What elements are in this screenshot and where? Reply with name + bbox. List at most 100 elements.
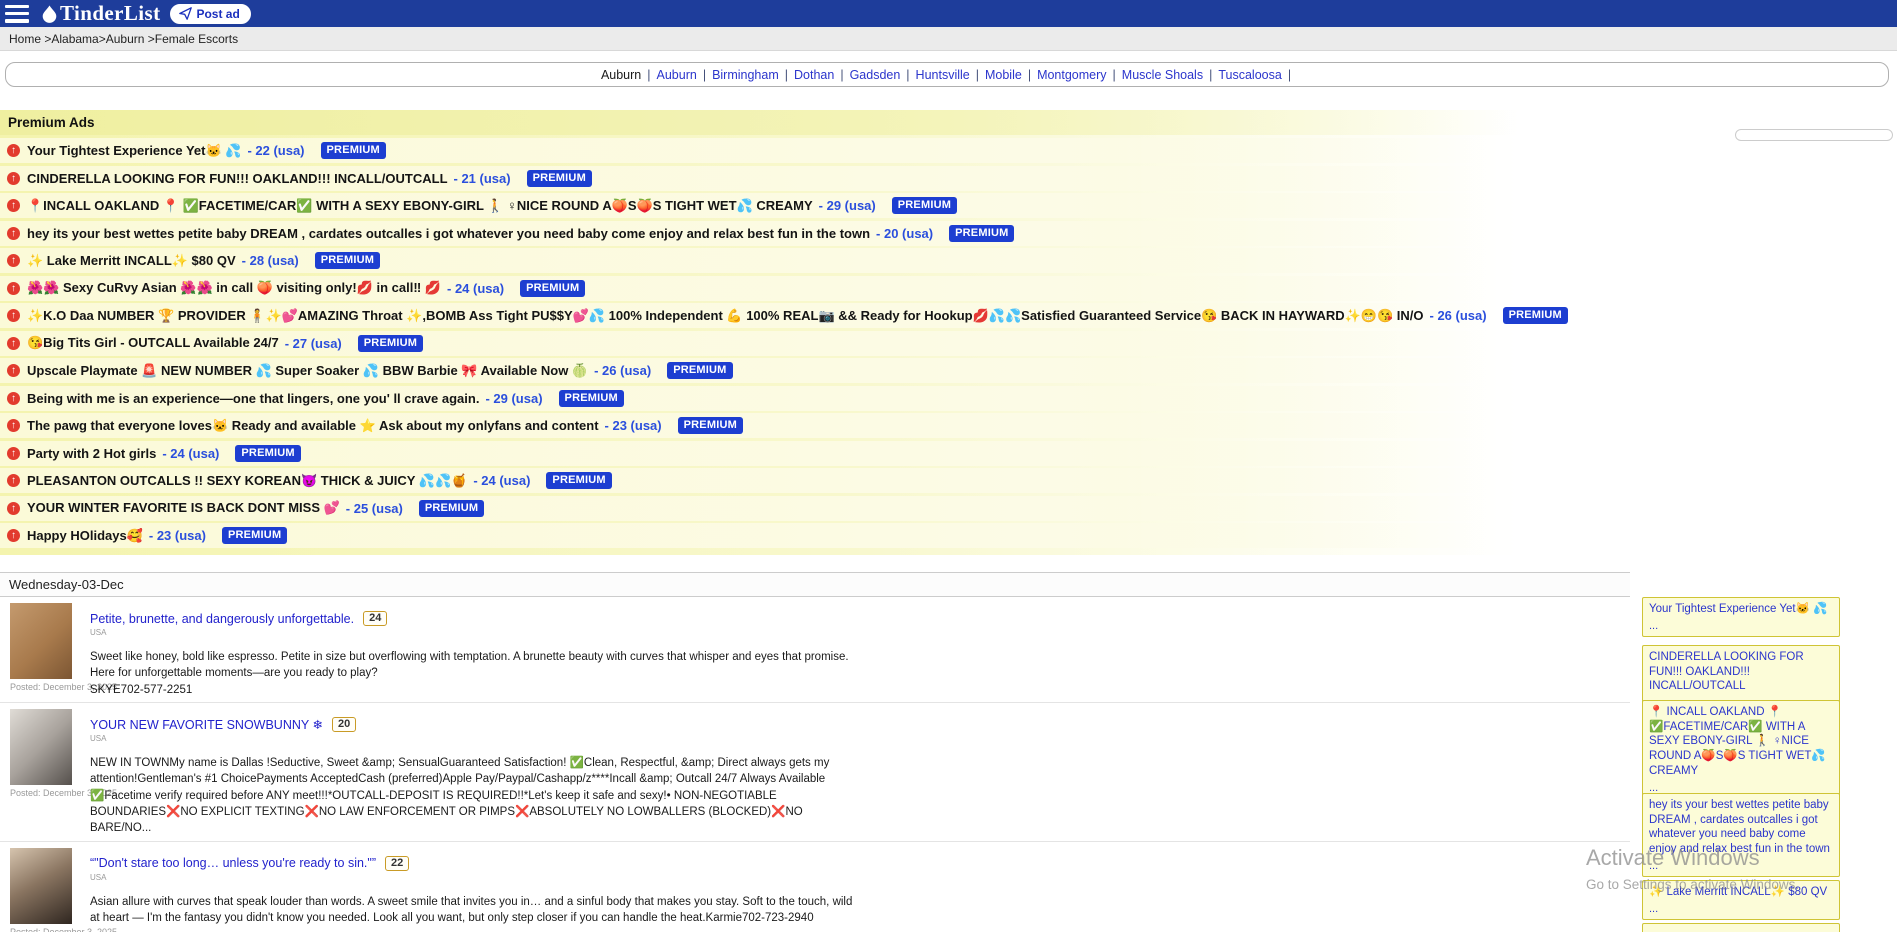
premium-badge: PREMIUM [419,500,484,517]
premium-ad-age: - 27 (usa) [285,336,342,351]
city-separator: | [1209,68,1212,82]
premium-badge: PREMIUM [358,335,423,352]
premium-ad-row[interactable]: ↑ ✨K.O Daa NUMBER 🏆 PROVIDER 🧍✨💕AMAZING … [0,303,1897,328]
premium-ad-row[interactable]: ↑ 😘Big Tits Girl - OUTCALL Available 24/… [0,331,1897,356]
city-link[interactable]: Dothan [794,68,834,82]
listing-description: Sweet like honey, bold like espresso. Pe… [90,649,858,698]
premium-ad-age: - 28 (usa) [242,253,299,268]
premium-ad-age: - 23 (usa) [605,418,662,433]
premium-ad-row[interactable]: ↑ ✨ Lake Merritt INCALL✨ $80 QV - 28 (us… [0,248,1897,273]
premium-ads-list: ↑ Your Tightest Experience Yet🐱 💦 - 22 (… [0,138,1897,548]
brand-name: TinderList [60,1,160,26]
premium-ad-row[interactable]: ↑ YOUR WINTER FAVORITE IS BACK DONT MISS… [0,496,1897,521]
premium-ad-title: hey its your best wettes petite baby DRE… [27,226,870,241]
sidebar-ad-title: Your Tightest Experience Yet🐱 💦 [1649,602,1833,617]
hamburger-menu-icon[interactable] [5,5,29,23]
listing-title-link[interactable]: Petite, brunette, and dangerously unforg… [90,612,354,626]
premium-ad-row[interactable]: ↑ PLEASANTON OUTCALLS !! SEXY KOREAN😈 TH… [0,468,1897,493]
listing-photo[interactable] [10,848,72,924]
premium-ad-title: 🌺🌺 Sexy CuRvy Asian 🌺🌺 in call 🍑 visitin… [27,280,441,296]
listing-title-link[interactable]: “"Don't stare too long… unless you're re… [90,856,376,870]
premium-ad-title: Your Tightest Experience Yet🐱 💦 [27,143,241,159]
premium-ad-age: - 29 (usa) [485,391,542,406]
premium-ad-row[interactable]: ↑ The pawg that everyone loves🐱 Ready an… [0,413,1897,438]
premium-ad-row[interactable]: ↑ Happy HOlidays🥰 - 23 (usa) PREMIUM [0,523,1897,548]
city-separator: | [1288,68,1291,82]
premium-ad-age: - 26 (usa) [1430,308,1487,323]
city-link[interactable]: Montgomery [1037,68,1106,82]
sidebar-ad-more: ... [1649,859,1833,873]
top-navbar: TinderList Post ad [0,0,1897,27]
brand-logo[interactable]: TinderList [41,1,160,26]
up-arrow-icon: ↑ [7,254,20,267]
listing-photo[interactable] [10,603,72,679]
premium-ad-age: - 21 (usa) [454,171,511,186]
premium-ad-row[interactable]: ↑ Party with 2 Hot girls - 24 (usa) PREM… [0,441,1897,466]
listing-country: USA [90,873,858,882]
city-link[interactable]: Gadsden [850,68,901,82]
premium-ad-age: - 23 (usa) [149,528,206,543]
up-arrow-icon: ↑ [7,529,20,542]
premium-badge: PREMIUM [222,527,287,544]
breadcrumb[interactable]: Home >Alabama>Auburn >Female Escorts [0,27,1897,51]
listing-posted-date: Posted: December 3, 2025 [10,927,82,932]
premium-badge: PREMIUM [559,390,624,407]
premium-ad-row[interactable]: ↑ Being with me is an experience—one tha… [0,386,1897,411]
listing-description: Asian allure with curves that speak loud… [90,894,858,927]
post-ad-button[interactable]: Post ad [170,4,250,24]
premium-ad-title: Being with me is an experience—one that … [27,391,479,406]
premium-badge: PREMIUM [678,417,743,434]
premium-badge: PREMIUM [520,280,585,297]
premium-ad-row[interactable]: ↑ Your Tightest Experience Yet🐱 💦 - 22 (… [0,138,1897,163]
premium-ad-title: ✨ Lake Merritt INCALL✨ $80 QV [27,253,236,269]
up-arrow-icon: ↑ [7,447,20,460]
sidebar-ad-box[interactable]: hey its your best wettes petite baby DRE… [1642,793,1840,877]
city-separator: | [1028,68,1031,82]
premium-ad-age: - 24 (usa) [162,446,219,461]
premium-ad-title: CINDERELLA LOOKING FOR FUN!!! OAKLAND!!!… [27,171,448,186]
premium-ad-row[interactable]: ↑ 🌺🌺 Sexy CuRvy Asian 🌺🌺 in call 🍑 visit… [0,276,1897,301]
listing-description: NEW IN TOWNMy name is Dallas !Seductive,… [90,755,858,837]
city-links: Auburn|Auburn|Birmingham|Dothan|Gadsden|… [599,68,1295,82]
sidebar-ad-title: 📍 INCALL OAKLAND 📍 ✅FACETIME/CAR✅ WITH A… [1649,705,1833,779]
listing-age-badge: 24 [363,611,387,626]
premium-badge: PREMIUM [235,445,300,462]
premium-ad-row[interactable]: ↑ CINDERELLA LOOKING FOR FUN!!! OAKLAND!… [0,166,1897,191]
premium-ad-age: - 25 (usa) [346,501,403,516]
up-arrow-icon: ↑ [7,309,20,322]
city-link[interactable]: Auburn [657,68,697,82]
city-link[interactable]: Muscle Shoals [1122,68,1203,82]
premium-ad-row[interactable]: ↑ hey its your best wettes petite baby D… [0,221,1897,246]
listing-posted-date: Posted: December 3, 2025 [10,682,82,692]
listing-item: Posted: December 3, 2025 Petite, brunett… [0,597,1630,703]
up-arrow-icon: ↑ [7,364,20,377]
premium-ad-title: The pawg that everyone loves🐱 Ready and … [27,418,599,434]
city-link[interactable]: Huntsville [916,68,970,82]
city-link[interactable]: Mobile [985,68,1022,82]
city-links-bar: Auburn|Auburn|Birmingham|Dothan|Gadsden|… [5,62,1889,87]
listing-photo[interactable] [10,709,72,785]
premium-badge: PREMIUM [892,197,957,214]
premium-badge: PREMIUM [315,252,380,269]
city-link[interactable]: Tuscaloosa [1218,68,1281,82]
up-arrow-icon: ↑ [7,419,20,432]
sidebar-ad-box[interactable]: Your Tightest Experience Yet🐱 💦 ... [1642,597,1840,637]
premium-ad-age: - 26 (usa) [594,363,651,378]
sidebar-ad-title: ✨ Lake Merritt INCALL✨ $80 QV [1649,885,1833,900]
up-arrow-icon: ↑ [7,502,20,515]
sidebar-ad-box[interactable]: ✨ Lake Merritt INCALL✨ $80 QV ... [1642,880,1840,920]
up-arrow-icon: ↑ [7,474,20,487]
listing-posted-date: Posted: December 3, 2025 [10,788,82,798]
up-arrow-icon: ↑ [7,282,20,295]
premium-ad-row[interactable]: ↑ Upscale Playmate 🚨 NEW NUMBER 💦 Super … [0,358,1897,383]
listing-title-link[interactable]: YOUR NEW FAVORITE SNOWBUNNY ❄ [90,717,323,732]
premium-ad-row[interactable]: ↑ 📍INCALL OAKLAND 📍 ✅FACETIME/CAR✅ WITH … [0,193,1897,218]
page: TinderList Post ad Home >Alabama>Auburn … [0,0,1897,932]
up-arrow-icon: ↑ [7,199,20,212]
up-arrow-icon: ↑ [7,172,20,185]
city-link[interactable]: Birmingham [712,68,779,82]
up-arrow-icon: ↑ [7,227,20,240]
sidebar-ad-box[interactable]: 📍 INCALL OAKLAND 📍 ✅FACETIME/CAR✅ WITH A… [1642,700,1840,799]
listing-age-badge: 22 [385,856,409,871]
sidebar-ad-box[interactable] [1642,923,1840,932]
